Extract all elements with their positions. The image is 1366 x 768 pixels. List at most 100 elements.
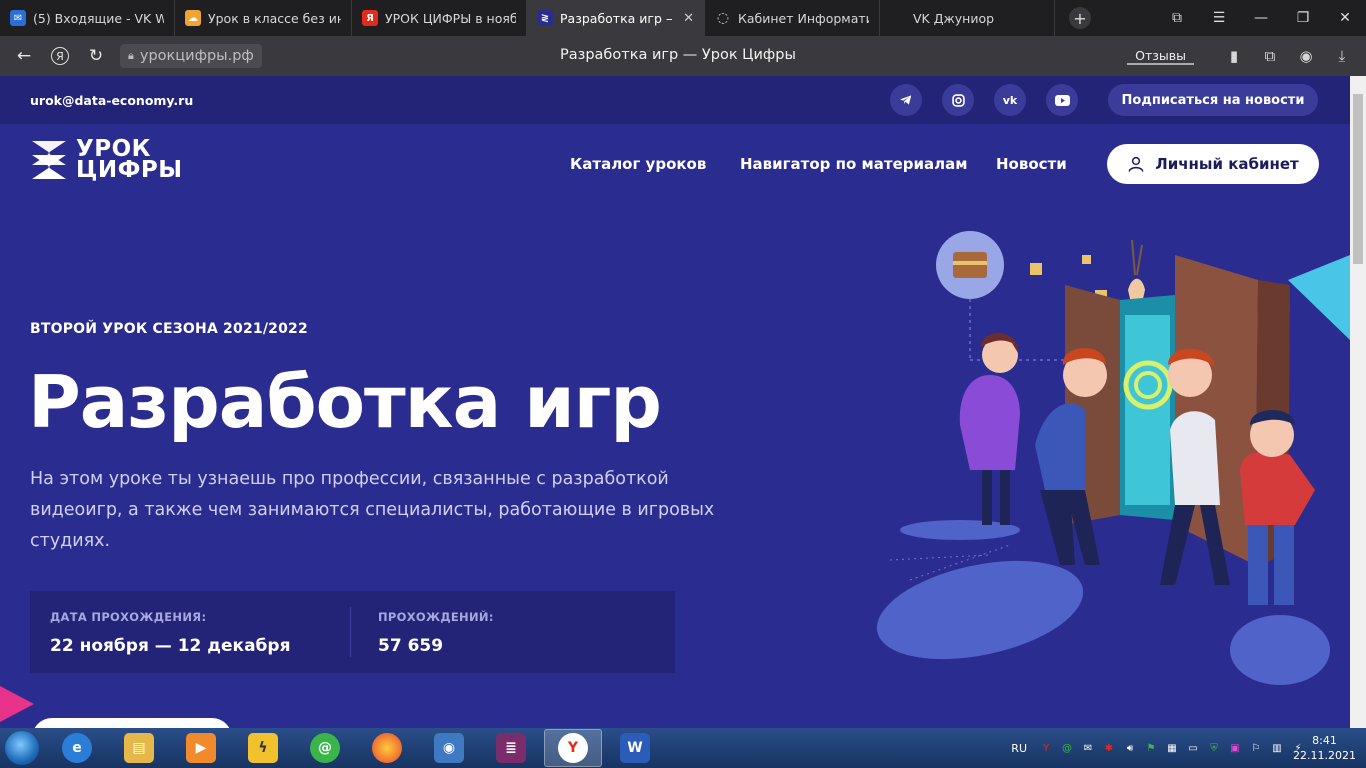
profile-icon[interactable]: ◉ [1290,36,1322,76]
page-scrollbar[interactable] [1350,76,1366,728]
nav-catalog[interactable]: Каталог уроков [570,155,706,173]
mail-icon: ✉ [10,10,26,26]
nav-news[interactable]: Новости [996,155,1067,173]
taskbar-media[interactable]: ▶ [172,729,230,767]
lesson-description: На этом уроке ты узнаешь про профессии, … [30,469,715,551]
blank-favicon-icon [890,10,906,26]
user-icon [1128,156,1144,172]
tab-vk-mail[interactable]: ✉ (5) Входящие - VK Wo [0,0,175,36]
count-label: ПРОХОЖДЕНИЙ: [378,610,494,624]
tab-label: Разработка игр — У [560,10,672,26]
yandex-home-icon[interactable]: Я [42,36,78,76]
yandex-tray-icon[interactable]: Y [1038,740,1054,756]
clock-time: 8:41 [1312,734,1337,747]
window-controls: ⧉ ☰ — ❐ ✕ [1156,0,1366,36]
taskbar-yandex-browser[interactable]: Y [544,729,602,767]
tab-label: Кабинет Информатик [738,10,869,26]
telegram-icon[interactable] [890,84,922,116]
lesson-info-box: ДАТА ПРОХОЖДЕНИЯ: 22 ноября — 12 декабря… [30,591,675,673]
taskbar-clock[interactable]: 8:41 22.11.2021 [1293,733,1356,763]
date-value: 22 ноября — 12 декабря [50,636,291,656]
language-indicator[interactable]: RU [1011,742,1027,755]
flag-icon[interactable]: ⚐ [1248,740,1264,756]
tab-vk-junior[interactable]: VK Джуниор [880,0,1055,36]
page-title: Разработка игр — Урок Цифры [560,47,796,63]
extensions-icon[interactable]: ⧉ [1254,36,1286,76]
taskbar-word[interactable]: W [606,729,664,767]
minimize-icon[interactable]: — [1240,10,1282,26]
download-icon[interactable]: ⤓ [1326,36,1358,76]
info-divider [350,607,351,657]
word-icon: W [620,733,650,763]
pdf-tray-icon[interactable]: ✱ [1101,740,1117,756]
close-tab-icon[interactable]: ✕ [683,11,694,26]
media-player-icon: ▶ [186,733,216,763]
close-window-icon[interactable]: ✕ [1324,10,1366,26]
network-icon[interactable]: ▦ [1164,740,1180,756]
tab-lesson-offline[interactable]: ☁ Урок в классе без инт [175,0,352,36]
logo-text: УРОК ЦИФРЫ [76,138,183,182]
lesson-heading: Разработка игр [28,360,662,444]
menu-icon[interactable]: ☰ [1198,10,1240,26]
agent-tray-icon[interactable]: @ [1059,740,1075,756]
system-tray: RU Y @ ✉ ✱ 🔊︎ ⚑ ▦ ▭ ⛨ ▣ ⚐ ▥ ⚡︎ [1011,728,1306,768]
back-icon[interactable]: ← [6,36,42,76]
taskbar-ie[interactable]: e [48,729,106,767]
volume-icon[interactable]: 🔊︎ [1122,740,1138,756]
yandex-icon: Я [362,10,378,26]
taskbar-mailru[interactable]: @ [296,729,354,767]
tab-informatics[interactable]: ◌ Кабинет Информатик [705,0,880,36]
url-text: урокцифры.рф [139,48,254,64]
address-bar-actions: Отзывы ▮ ⧉ ◉ ⤓ [1127,36,1358,76]
browser-tab-bar: ✉ (5) Входящие - VK Wo ☁ Урок в классе б… [0,0,1366,36]
restore-icon[interactable]: ❐ [1282,10,1324,26]
tab-yandex-urok[interactable]: Я УРОК ЦИФРЫ в ноябр [352,0,527,36]
bookmark-icon[interactable]: ▮ [1218,36,1250,76]
subscribe-news-button[interactable]: Подписаться на новости [1108,84,1318,116]
tabs-list-icon[interactable]: ⧉ [1156,10,1198,26]
taskbar-eye-app[interactable]: ◉ [420,729,478,767]
cloud-icon: ☁ [185,10,201,26]
nav-navigator[interactable]: Навигатор по материалам [740,155,967,173]
urok-cifry-icon: ≷ [537,10,553,26]
taskbar-firefox[interactable] [358,729,416,767]
start-button[interactable] [0,728,44,768]
vk-icon[interactable]: vk [994,84,1026,116]
tab-game-dev[interactable]: ≷ Разработка игр — У ✕ [527,0,705,36]
display-icon[interactable]: ▥ [1269,740,1285,756]
tab-label: VK Джуниор [913,10,995,26]
tab-label: Урок в классе без инт [208,10,341,26]
antivirus-icon[interactable]: ⚑ [1143,740,1159,756]
logo-mark-icon [32,141,66,179]
reviews-button[interactable]: Отзывы [1127,48,1194,65]
taskbar-winamp[interactable]: ϟ [234,729,292,767]
shield-tray-icon[interactable]: ⛨ [1206,740,1222,756]
contact-email[interactable]: urok@data-economy.ru [30,93,193,108]
tab-label: УРОК ЦИФРЫ в ноябр [385,10,516,26]
folder-icon: ▤ [124,733,154,763]
site-logo[interactable]: УРОК ЦИФРЫ [30,138,183,182]
pink-triangle-decoration [0,686,34,722]
clock-date: 22.11.2021 [1293,749,1356,762]
internet-explorer-icon: e [62,733,92,763]
reload-icon[interactable]: ↻ [78,36,114,76]
date-label: ДАТА ПРОХОЖДЕНИЯ: [50,610,207,624]
taskbar-explorer[interactable]: ▤ [110,729,168,767]
personal-cabinet-button[interactable]: Личный кабинет [1107,144,1319,184]
taskbar-winrar[interactable]: ≣ [482,729,540,767]
season-label: ВТОРОЙ УРОК СЕЗОНА 2021/2022 [30,321,308,337]
new-tab-button[interactable]: + [1069,7,1091,29]
count-value: 57 659 [378,636,444,656]
url-field[interactable]: 🔒︎ урокцифры.рф [120,44,262,68]
youtube-icon[interactable] [1046,84,1078,116]
firefox-icon [372,733,402,763]
app-tray-icon[interactable]: ▣ [1227,740,1243,756]
monitor-icon[interactable]: ▭ [1185,740,1201,756]
instagram-icon[interactable] [942,84,974,116]
mail-agent-icon: @ [310,733,340,763]
yandex-browser-icon: Y [558,733,588,763]
lock-icon: 🔒︎ [128,49,134,62]
mail-tray-icon[interactable]: ✉ [1080,740,1096,756]
lightning-icon: ϟ [248,733,278,763]
scrollbar-thumb[interactable] [1353,94,1363,264]
